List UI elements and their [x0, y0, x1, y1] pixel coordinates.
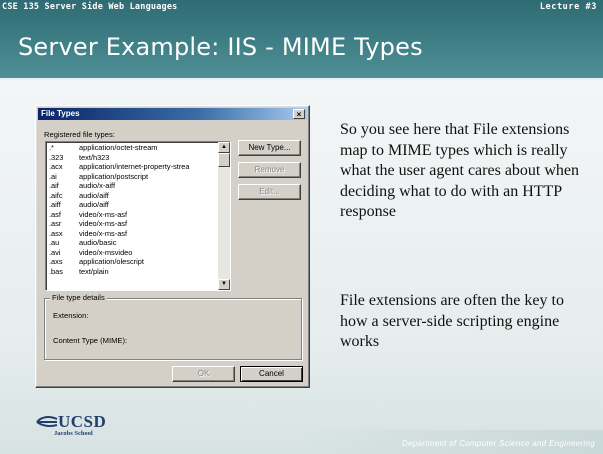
- mime-type: video/x-ms-asf: [79, 209, 128, 219]
- dialog-title: File Types: [41, 109, 80, 118]
- edit-button[interactable]: Edit...: [238, 184, 301, 200]
- file-extension: .asx: [49, 228, 63, 238]
- mime-type: video/x-msvideo: [79, 247, 133, 257]
- file-extension: .asf: [49, 209, 61, 219]
- header-top-bar: CSE 135 Server Side Web Languages Lectur…: [0, 0, 603, 14]
- mime-type: audio/basic: [79, 238, 117, 247]
- mime-type: video/x-ms-asf: [79, 219, 128, 228]
- scroll-down-icon[interactable]: ▼: [218, 279, 230, 290]
- slide: CSE 135 Server Side Web Languages Lectur…: [0, 0, 603, 454]
- file-extension: .bas: [49, 266, 63, 276]
- file-extension: .asr: [49, 219, 62, 228]
- mime-type: application/internet-property-strea: [79, 162, 190, 171]
- mime-type: application/postscript: [79, 171, 149, 181]
- file-type-details-group: File type details Extension: Content Typ…: [44, 293, 302, 360]
- file-extension: .acx: [49, 162, 63, 171]
- content-type-label: Content Type (MIME):: [53, 336, 128, 345]
- course-label: CSE 135 Server Side Web Languages: [2, 2, 178, 12]
- body-paragraph-2: File extensions are often the key to how…: [340, 292, 564, 350]
- close-icon[interactable]: ×: [293, 109, 305, 119]
- mime-type: audio/x-aiff: [79, 181, 116, 190]
- extension-label: Extension:: [53, 311, 89, 320]
- file-extension: .avi: [49, 247, 61, 257]
- mime-type: application/olescript: [79, 257, 144, 266]
- trident-icon: [36, 416, 58, 427]
- file-extension: .323: [49, 152, 64, 162]
- list-scrollbar[interactable]: ▲ ▼: [218, 142, 230, 290]
- file-extension: .aifc: [49, 190, 63, 200]
- file-extension: .*: [49, 143, 54, 152]
- mime-type: application/octet-stream: [79, 143, 158, 152]
- file-types-listbox[interactable]: .* application/octet-stream .323 text/h323…: [45, 141, 231, 291]
- slide-title: Server Example: IIS - MIME Types: [18, 33, 423, 61]
- file-extension: .ai: [49, 171, 57, 181]
- file-extension: .axs: [49, 257, 63, 266]
- mime-type: text/h323: [79, 152, 110, 162]
- new-type-button[interactable]: New Type...: [238, 140, 301, 156]
- lecture-label: Lecture #3: [539, 2, 597, 12]
- dialog-titlebar: File Types ×: [38, 108, 307, 120]
- ok-button[interactable]: OK: [172, 366, 235, 382]
- mime-type: text/plain: [79, 266, 109, 276]
- department-footer: Department of Computer Science and Engin…: [401, 439, 595, 448]
- registered-file-types-label: Registered file types:: [44, 130, 115, 139]
- file-type-details-legend: File type details: [50, 293, 107, 302]
- logo-subtitle: Jacobs School: [54, 430, 93, 437]
- file-extension: .aiff: [49, 200, 61, 209]
- file-types-dialog: File Types × Registered file types: .* ap…: [35, 105, 310, 388]
- scroll-thumb[interactable]: [218, 153, 230, 167]
- mime-type: video/x-ms-asf: [79, 228, 128, 238]
- cancel-button[interactable]: Cancel: [240, 366, 303, 382]
- body-paragraph-1: So you see here that File extensions map…: [340, 121, 580, 220]
- file-extension: .aif: [49, 181, 59, 190]
- mime-type: audio/aiff: [79, 200, 109, 209]
- mime-type: audio/aiff: [79, 190, 109, 200]
- remove-button[interactable]: Remove: [238, 162, 301, 178]
- logo-text: UCSD: [58, 412, 107, 431]
- file-extension: .au: [49, 238, 60, 247]
- scroll-up-icon[interactable]: ▲: [218, 142, 230, 153]
